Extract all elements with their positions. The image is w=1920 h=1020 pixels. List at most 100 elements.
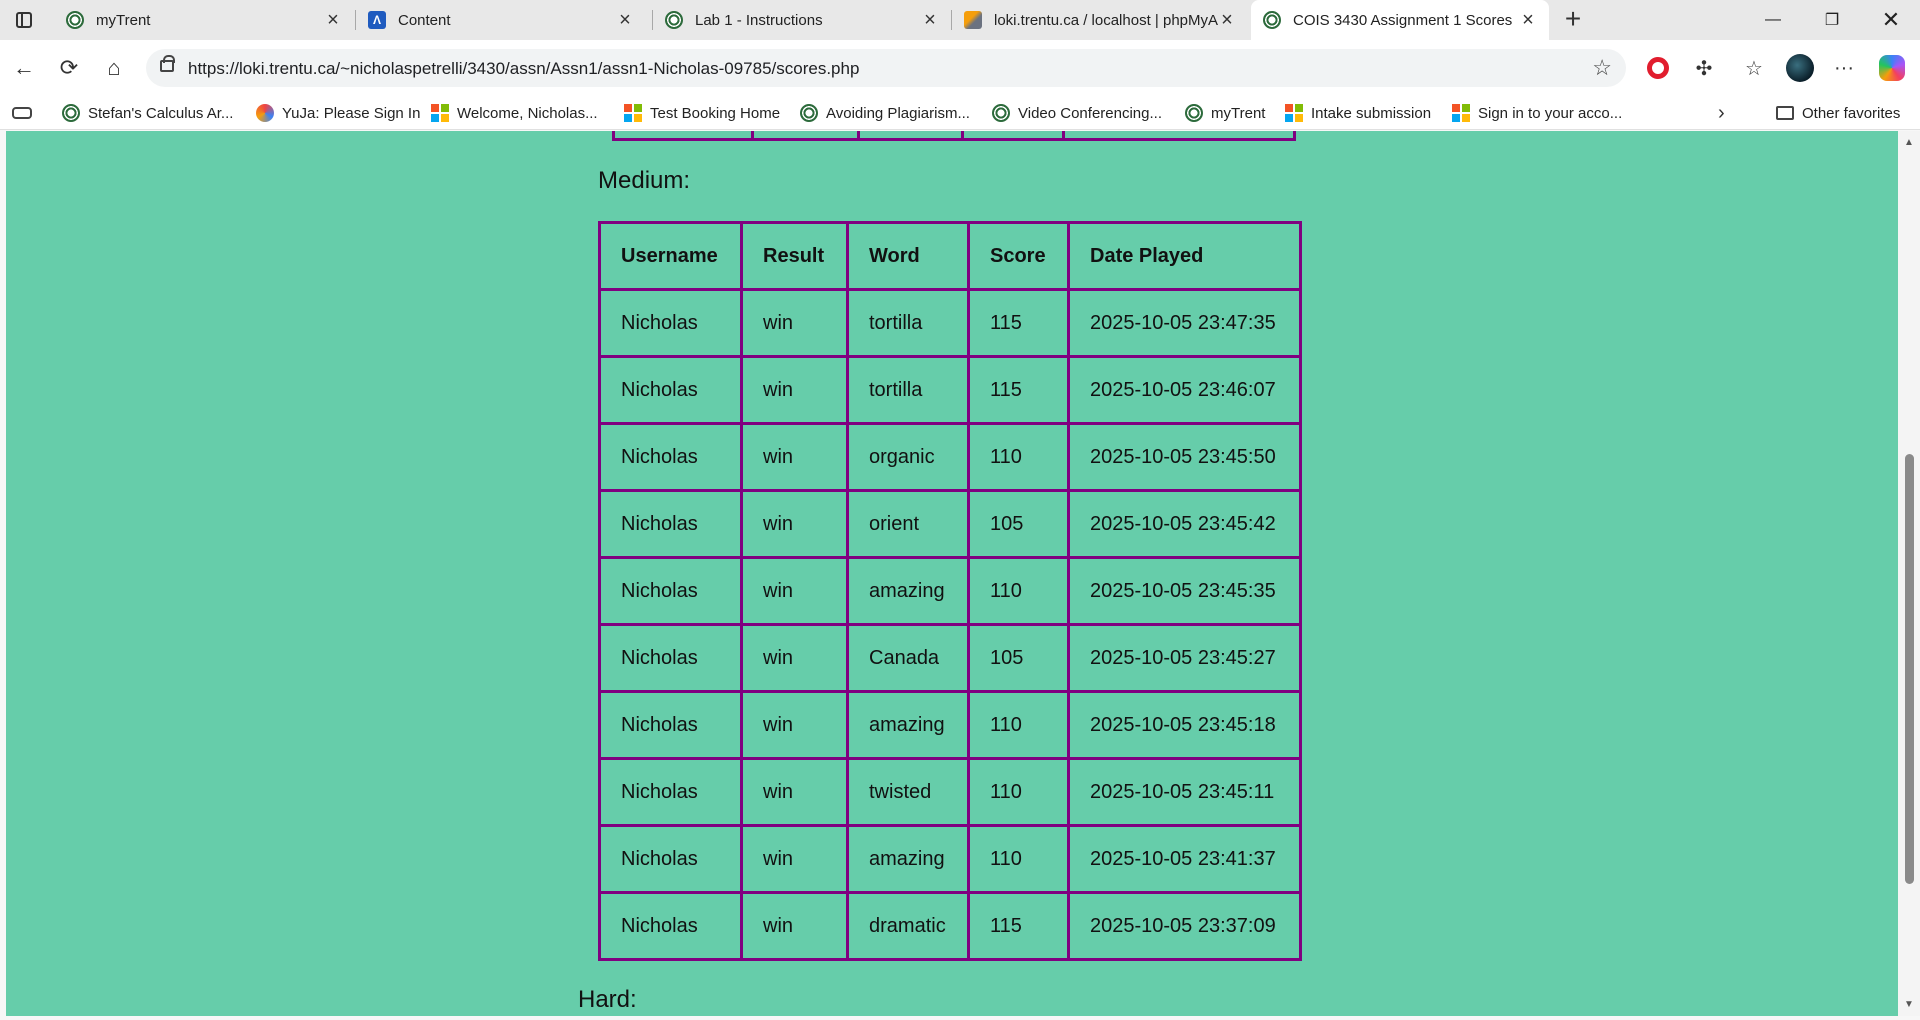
table-divider: [1062, 131, 1065, 138]
favorite-item[interactable]: myTrent: [1185, 103, 1265, 123]
tab-assignment-scores[interactable]: COIS 3430 Assignment 1 Scores ×: [1251, 0, 1549, 40]
date-cell: 2025-10-05 23:47:35: [1067, 288, 1302, 358]
word-cell: amazing: [846, 824, 970, 894]
scroll-up-icon[interactable]: ▲: [1904, 137, 1914, 148]
word-cell: Canada: [846, 623, 970, 693]
favorite-item[interactable]: Welcome, Nicholas...: [431, 103, 598, 123]
minimize-button[interactable]: —: [1750, 0, 1796, 40]
favorites-bar: Stefan's Calculus Ar... YuJa: Please Sig…: [0, 96, 1920, 130]
result-cell: win: [740, 824, 849, 894]
previous-table-bottom: [612, 131, 1296, 141]
favorite-label: YuJa: Please Sign In: [282, 104, 421, 122]
date-cell: 2025-10-05 23:37:09: [1067, 891, 1302, 961]
close-icon[interactable]: ×: [921, 9, 939, 32]
opera-icon: [1647, 57, 1669, 79]
result-cell: win: [740, 422, 849, 492]
table-row: Nicholas win twisted 110 2025-10-05 23:4…: [598, 757, 1302, 827]
date-cell: 2025-10-05 23:45:27: [1067, 623, 1302, 693]
trent-icon: [66, 11, 84, 29]
username-cell: Nicholas: [598, 422, 743, 492]
date-cell: 2025-10-05 23:45:50: [1067, 422, 1302, 492]
extensions-button[interactable]: ✣: [1690, 54, 1718, 82]
favorite-item[interactable]: YuJa: Please Sign In: [256, 103, 420, 123]
settings-menu-button[interactable]: ···: [1830, 54, 1858, 82]
lock-icon[interactable]: [160, 55, 175, 72]
trent-icon: [800, 104, 818, 122]
favorite-star-icon[interactable]: ☆: [1592, 55, 1612, 81]
favorite-item[interactable]: Intake submission: [1285, 103, 1431, 123]
word-cell: orient: [846, 489, 970, 559]
chevron-right-icon: ›: [1718, 102, 1725, 124]
refresh-button[interactable]: ⟳: [53, 52, 85, 84]
tab-actions-button[interactable]: [6, 6, 42, 34]
word-cell: amazing: [846, 690, 970, 760]
favorite-label: myTrent: [1211, 104, 1266, 122]
microsoft-icon: [1452, 104, 1470, 122]
tab-title: myTrent: [96, 11, 151, 29]
tab-title: Lab 1 - Instructions: [695, 11, 823, 29]
column-header-username: Username: [598, 221, 743, 291]
microsoft-icon: [1285, 104, 1303, 122]
result-cell: win: [740, 489, 849, 559]
favorites-overflow-button[interactable]: ›: [1718, 102, 1725, 125]
new-tab-button[interactable]: +: [1558, 5, 1588, 35]
hard-heading: Hard:: [578, 986, 637, 1013]
yuja-icon: [256, 104, 274, 122]
opera-extension-button[interactable]: [1644, 54, 1672, 82]
favorite-label: Welcome, Nicholas...: [457, 104, 598, 122]
favorite-item[interactable]: Sign in to your acco...: [1452, 103, 1622, 123]
close-icon[interactable]: ×: [324, 9, 342, 32]
restore-button[interactable]: ❐: [1809, 0, 1855, 40]
column-header-result: Result: [740, 221, 849, 291]
result-cell: win: [740, 757, 849, 827]
microsoft-icon: [624, 104, 642, 122]
score-cell: 110: [967, 690, 1070, 760]
table-row: Nicholas win amazing 110 2025-10-05 23:4…: [598, 690, 1302, 760]
scrollbar-thumb[interactable]: [1905, 454, 1914, 884]
word-cell: tortilla: [846, 288, 970, 358]
close-icon[interactable]: ×: [1519, 9, 1537, 32]
trent-icon: [1185, 104, 1203, 122]
show-sidebar-button[interactable]: [12, 103, 32, 123]
date-cell: 2025-10-05 23:41:37: [1067, 824, 1302, 894]
result-cell: win: [740, 288, 849, 358]
username-cell: Nicholas: [598, 623, 743, 693]
favorite-item[interactable]: Stefan's Calculus Ar...: [62, 103, 233, 123]
username-cell: Nicholas: [598, 288, 743, 358]
url-text[interactable]: https://loki.trentu.ca/~nicholaspetrelli…: [188, 59, 859, 79]
scroll-down-icon[interactable]: ▼: [1904, 999, 1914, 1010]
username-cell: Nicholas: [598, 489, 743, 559]
microsoft-icon: [431, 104, 449, 122]
tab-content[interactable]: Λ Content ×: [356, 0, 646, 40]
tab-title: Content: [398, 11, 451, 29]
table-row: Nicholas win amazing 110 2025-10-05 23:4…: [598, 824, 1302, 894]
other-favorites-button[interactable]: Other favorites: [1776, 103, 1900, 123]
favorites-icon: ☆: [1745, 57, 1763, 80]
result-cell: win: [740, 623, 849, 693]
favorites-button[interactable]: ☆: [1740, 54, 1768, 82]
date-cell: 2025-10-05 23:45:42: [1067, 489, 1302, 559]
table-divider: [751, 131, 754, 138]
tab-title: loki.trentu.ca / localhost | phpMyA: [994, 11, 1218, 29]
column-header-date-played: Date Played: [1067, 221, 1302, 291]
copilot-button[interactable]: [1878, 54, 1906, 82]
tab-phpmyadmin[interactable]: loki.trentu.ca / localhost | phpMyA ×: [952, 0, 1248, 40]
close-icon[interactable]: ×: [1218, 9, 1236, 32]
favorite-label: Stefan's Calculus Ar...: [88, 104, 234, 122]
home-button[interactable]: ⌂: [98, 52, 130, 84]
profile-button[interactable]: [1786, 54, 1814, 82]
trent-icon: [62, 104, 80, 122]
avatar: [1786, 54, 1814, 82]
favorite-item[interactable]: Avoiding Plagiarism...: [800, 103, 970, 123]
tab-mytrent[interactable]: myTrent ×: [54, 0, 354, 40]
table-divider: [961, 131, 964, 138]
username-cell: Nicholas: [598, 891, 743, 961]
tab-lab1-instructions[interactable]: Lab 1 - Instructions ×: [653, 0, 951, 40]
close-window-button[interactable]: ✕: [1868, 0, 1914, 40]
address-bar[interactable]: https://loki.trentu.ca/~nicholaspetrelli…: [146, 49, 1626, 87]
favorite-item[interactable]: Test Booking Home: [624, 103, 780, 123]
back-button[interactable]: ←: [8, 52, 40, 84]
favorite-item[interactable]: Video Conferencing...: [992, 103, 1162, 123]
page-scrollbar[interactable]: ▲ ▼: [1898, 131, 1920, 1016]
close-icon[interactable]: ×: [616, 9, 634, 32]
